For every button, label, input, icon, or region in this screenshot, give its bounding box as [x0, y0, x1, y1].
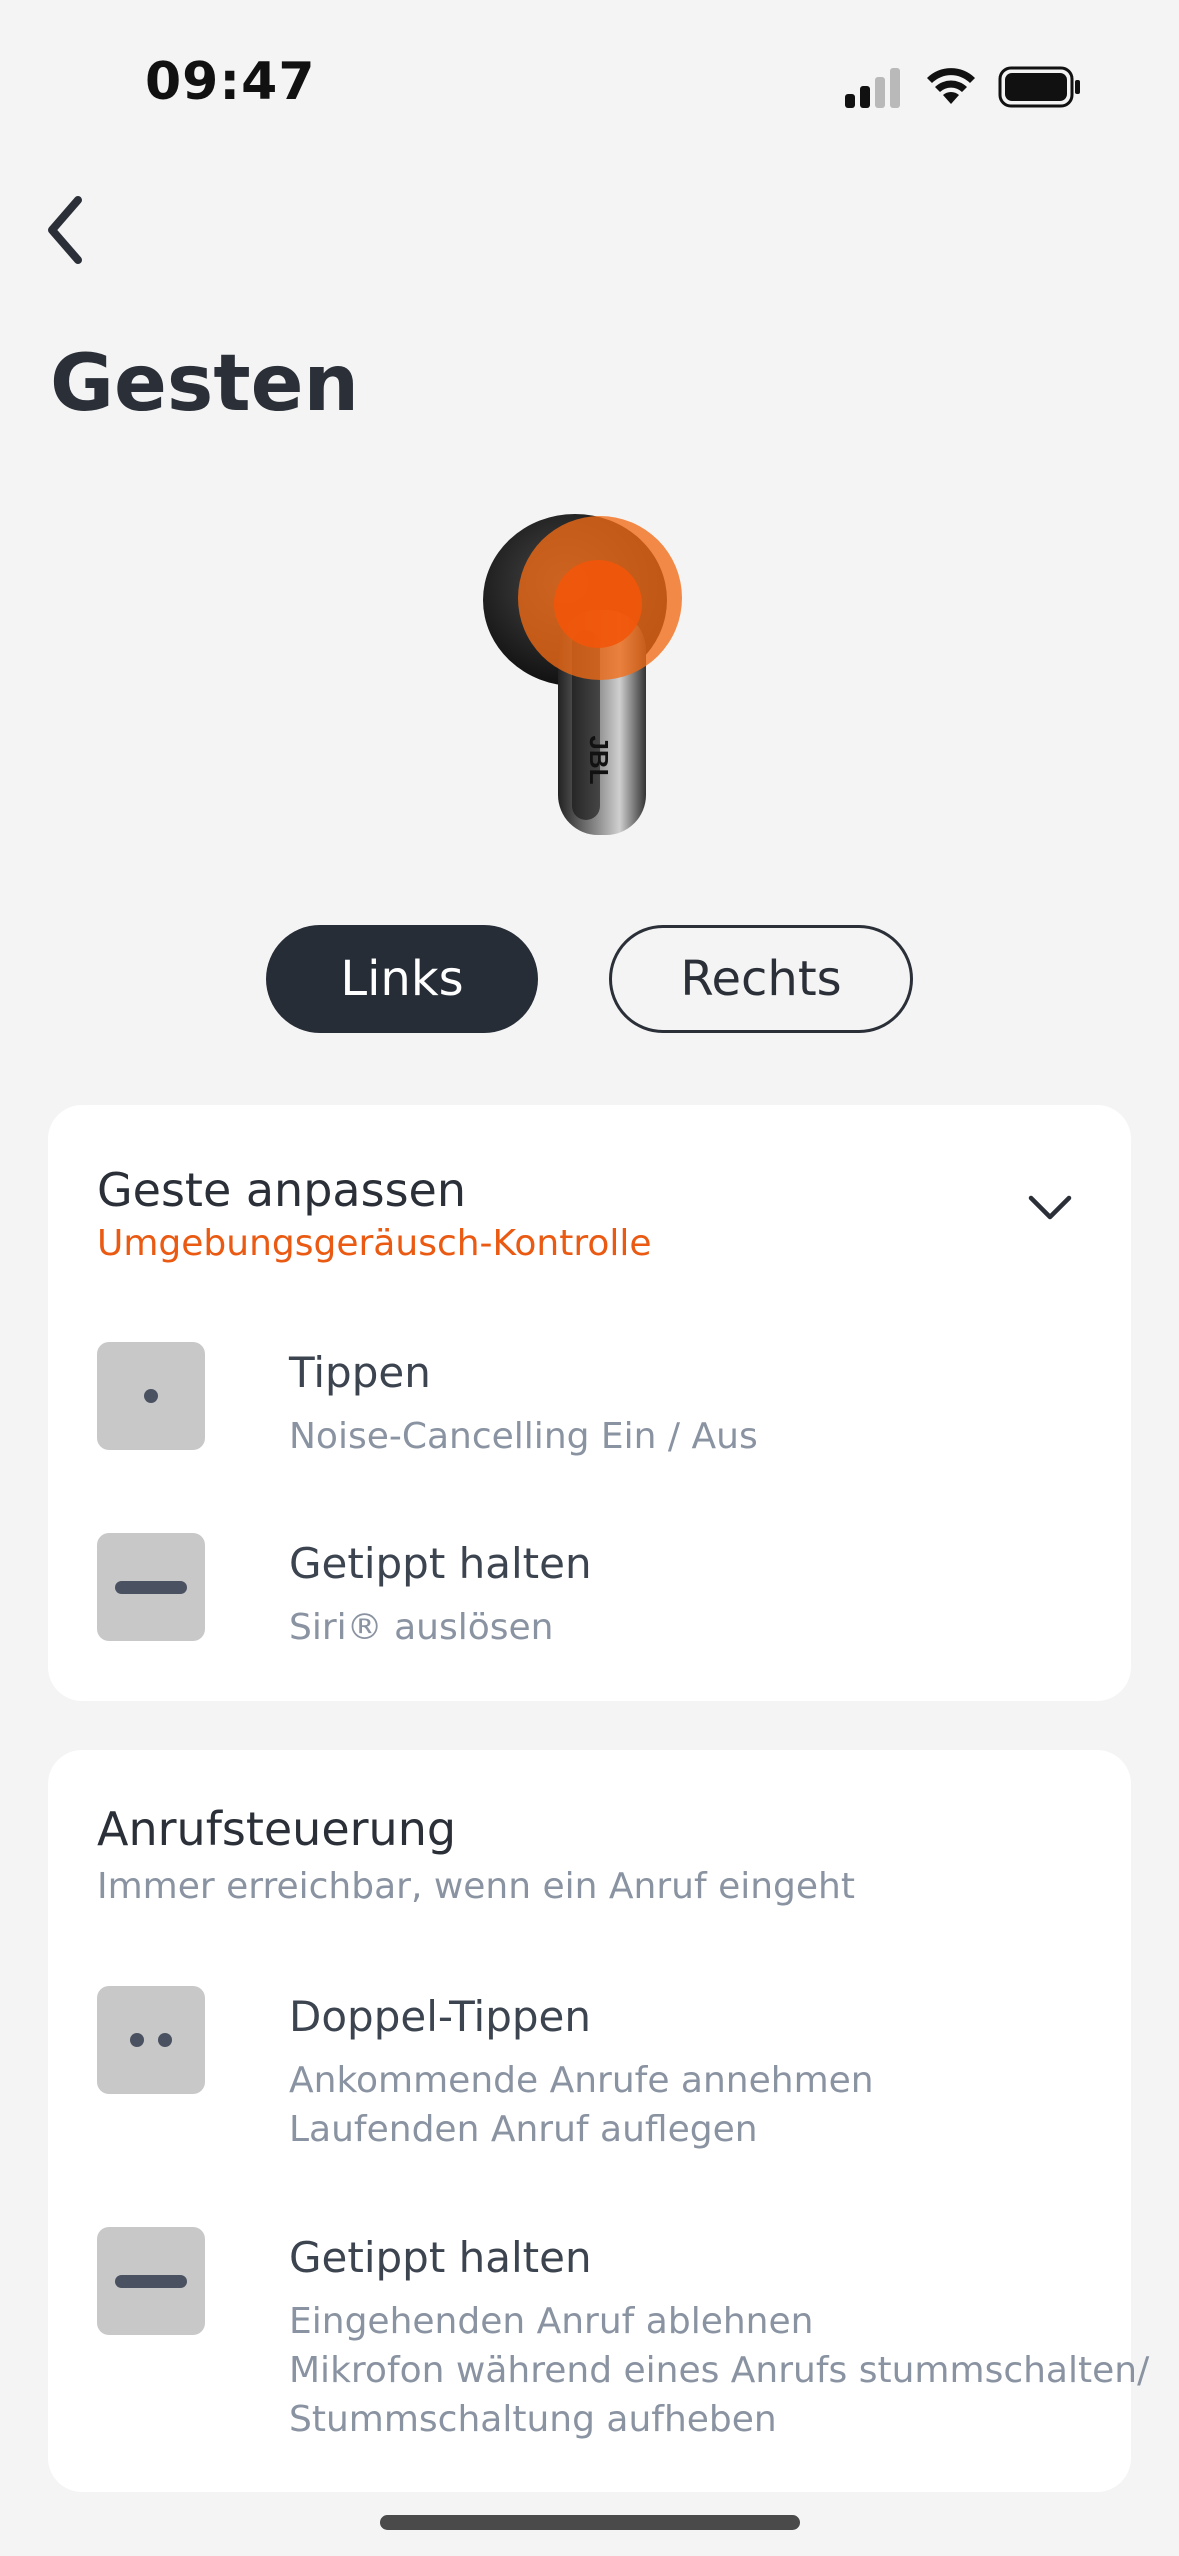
call-card-title: Anrufsteuerung [97, 1802, 457, 1856]
call-row-doppel-tippen[interactable]: Doppel-Tippen Ankommende Anrufe annehmen… [97, 1986, 1077, 2156]
call-card-subtitle: Immer erreichbar, wenn ein Anruf eingeht [97, 1866, 855, 1907]
page-title: Gesten [50, 339, 360, 429]
single-dot-icon [97, 1342, 205, 1450]
tab-rechts[interactable]: Rechts [609, 925, 913, 1033]
row-title: Doppel-Tippen [289, 1992, 591, 2041]
call-row-getippt-halten[interactable]: Getippt halten Eingehenden Anruf ablehne… [97, 2227, 1149, 2447]
gesture-card: Geste anpassen Umgebungsgeräusch-Kontrol… [48, 1105, 1131, 1701]
wifi-icon [927, 68, 975, 104]
row-description: Eingehenden Anruf ablehnen [289, 2301, 814, 2342]
back-chevron-icon[interactable] [40, 190, 100, 270]
call-control-card: Anrufsteuerung Immer erreichbar, wenn ei… [48, 1750, 1149, 2492]
hold-bar-icon [97, 1533, 205, 1641]
status-bar: 09:47 [0, 0, 1179, 150]
row-description: Noise-Cancelling Ein / Aus [289, 1416, 758, 1457]
home-indicator[interactable] [380, 2515, 800, 2530]
row-title: Getippt halten [289, 2233, 592, 2282]
row-title: Tippen [289, 1348, 431, 1397]
gesture-card-subtitle: Umgebungsgeräusch-Kontrolle [97, 1223, 652, 1264]
chevron-down-icon[interactable] [1027, 1193, 1073, 1223]
tab-links[interactable]: Links [266, 925, 538, 1033]
hold-bar-icon [97, 2227, 205, 2335]
row-description: Stummschaltung aufheben [289, 2399, 777, 2440]
row-title: Getippt halten [289, 1539, 592, 1588]
gesture-row-getippt-halten[interactable]: Getippt halten Siri® auslösen [97, 1533, 1077, 1653]
row-description: Ankommende Anrufe annehmen [289, 2060, 874, 2101]
earbud-brand: JBL [584, 735, 614, 784]
earbud-illustration: JBL [483, 514, 682, 835]
row-description: Laufenden Anruf auflegen [289, 2109, 758, 2150]
cellular-signal-icon [845, 68, 900, 108]
status-time: 09:47 [145, 52, 316, 112]
double-dot-icon [97, 1986, 205, 2094]
battery-icon [998, 66, 1080, 108]
gesture-card-title: Geste anpassen [97, 1163, 466, 1217]
gesture-row-tippen[interactable]: Tippen Noise-Cancelling Ein / Aus [97, 1342, 1077, 1462]
row-description: Siri® auslösen [289, 1607, 554, 1648]
row-description: Mikrofon während eines Anrufs stummschal… [289, 2350, 1150, 2391]
